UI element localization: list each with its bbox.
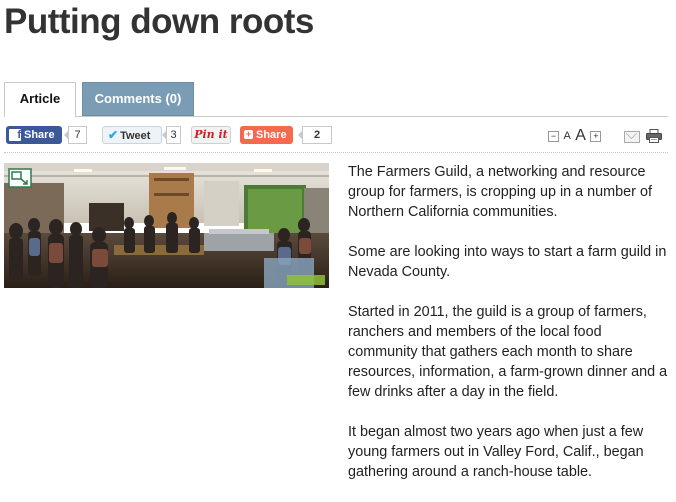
small-font-button[interactable]: A	[563, 130, 570, 142]
twitter-bird-icon: ✔	[108, 128, 119, 142]
toolbar-divider	[4, 152, 668, 153]
article-paragraph: The Farmers Guild, a networking and reso…	[348, 164, 652, 220]
tab-article[interactable]: Article	[4, 82, 76, 118]
email-icon[interactable]	[624, 131, 640, 143]
tweet-button[interactable]: ✔ Tweet	[102, 126, 162, 144]
article-paragraph: Started in 2011, the guild is a group of…	[348, 304, 668, 400]
facebook-icon: f	[9, 129, 21, 141]
facebook-share-label: Share	[24, 129, 55, 141]
article-paragraph: Some are looking into ways to start a fa…	[348, 244, 667, 280]
addthis-share-count: 2	[298, 126, 332, 144]
farmers-guild-gathering-image	[4, 163, 329, 288]
page-title: Putting down roots	[4, 2, 314, 41]
tweet-count: 3	[162, 126, 181, 144]
plus-icon: +	[244, 129, 253, 139]
large-font-button[interactable]: A	[575, 127, 586, 144]
share-toolbar: f Share 7 ✔ Tweet 3 Pin it + Share 2 − A A …	[4, 124, 668, 148]
article-paragraph: It began almost two years ago when just …	[348, 424, 644, 480]
decrease-font-button[interactable]: −	[548, 130, 559, 142]
article-photo[interactable]	[4, 163, 329, 288]
printer-icon[interactable]	[646, 129, 662, 143]
tab-comments[interactable]: Comments (0)	[82, 82, 194, 116]
facebook-share-count: 7	[64, 126, 87, 144]
article-body: The Farmers Guild, a networking and reso…	[348, 162, 668, 502]
font-size-controls: − A A +	[548, 127, 602, 145]
facebook-share-button[interactable]: f Share	[6, 126, 62, 144]
tweet-label: Tweet	[120, 130, 151, 142]
increase-font-button[interactable]: +	[590, 130, 602, 142]
addthis-share-label: Share	[256, 129, 287, 141]
article-tabs: Article Comments (0)	[4, 82, 668, 118]
addthis-share-button[interactable]: + Share	[240, 126, 293, 144]
pinterest-button[interactable]: Pin it	[191, 126, 231, 144]
